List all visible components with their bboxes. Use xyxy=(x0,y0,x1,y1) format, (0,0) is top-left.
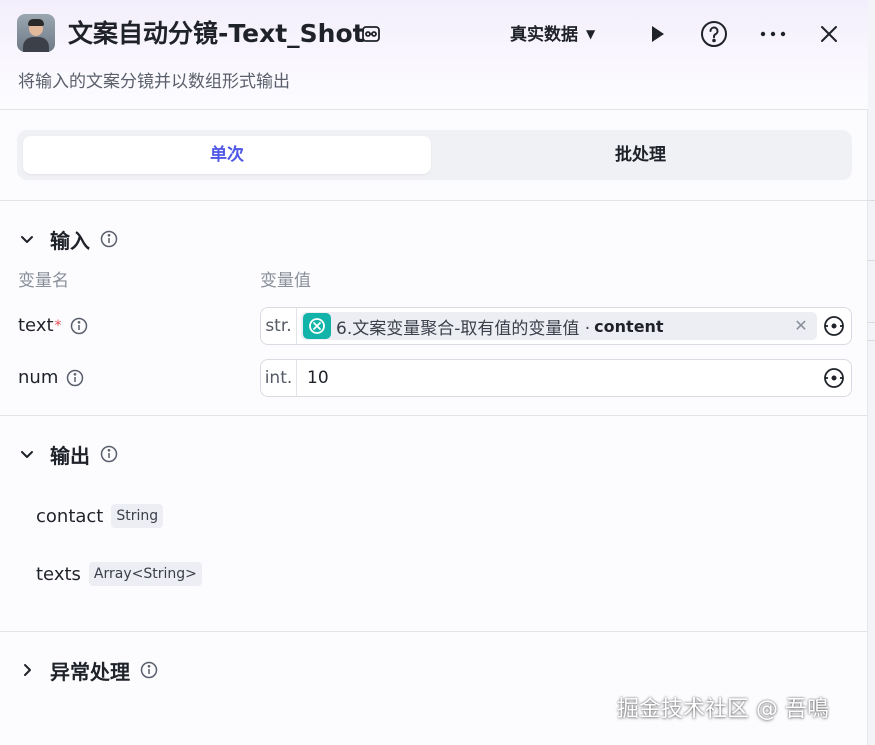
more-icon xyxy=(760,31,786,37)
run-mode-tabs: 单次 批处理 xyxy=(17,130,852,180)
tab-single[interactable]: 单次 xyxy=(23,136,431,174)
param-num-label: num xyxy=(18,366,84,390)
chevron-down-icon xyxy=(21,236,33,243)
info-icon[interactable] xyxy=(70,317,88,335)
close-button[interactable] xyxy=(813,18,845,50)
run-button[interactable] xyxy=(641,18,673,50)
exception-section-title: 异常处理 xyxy=(50,659,130,684)
info-icon[interactable] xyxy=(140,661,158,679)
link-icon[interactable] xyxy=(361,24,381,44)
chevron-down-icon xyxy=(21,451,33,458)
input-section-toggle[interactable]: 输入 xyxy=(18,224,118,254)
caret-down-icon: ▼ xyxy=(586,27,596,41)
help-button[interactable] xyxy=(698,18,730,50)
canvas-edge xyxy=(868,0,875,745)
reference-source: 6.文案变量聚合-取有值的变量值 · xyxy=(336,318,591,339)
param-text-label: text * xyxy=(18,314,88,338)
node-title[interactable]: 文案自动分镜-Text_Shot xyxy=(68,14,365,54)
tab-batch[interactable]: 批处理 xyxy=(435,136,846,174)
node-avatar xyxy=(17,14,55,52)
output-name: texts xyxy=(36,563,81,585)
output-item: contact String xyxy=(36,502,164,530)
exception-section-toggle[interactable]: 异常处理 xyxy=(18,655,158,685)
watermark: 掘金技术社区 @ 吾鳴 xyxy=(617,697,829,722)
divider xyxy=(0,200,868,201)
close-icon xyxy=(821,26,837,42)
more-button[interactable] xyxy=(757,18,789,50)
play-icon xyxy=(652,26,664,42)
divider xyxy=(0,631,868,632)
output-item: texts Array<String> xyxy=(36,560,202,588)
type-tag: str. xyxy=(261,308,297,344)
column-header-value: 变量值 xyxy=(260,271,311,291)
chevron-right-icon xyxy=(24,664,31,676)
divider xyxy=(0,415,868,416)
output-name: contact xyxy=(36,505,104,527)
output-type-badge: String xyxy=(111,504,164,528)
node-description: 将输入的文案分镜并以数组形式输出 xyxy=(18,72,290,92)
panel-header: 文案自动分镜-Text_Shot 真实数据 ▼ 将输入的文案分镜并以数组形式输出 xyxy=(0,0,868,110)
required-mark: * xyxy=(54,318,62,334)
question-icon xyxy=(701,21,727,47)
data-mode-label: 真实数据 xyxy=(510,25,578,45)
output-type-badge: Array<String> xyxy=(88,562,202,586)
variable-reference-chip[interactable]: 6.文案变量聚合-取有值的变量值 · content ✕ xyxy=(301,312,817,340)
type-tag: int. xyxy=(261,360,297,396)
node-config-panel: 文案自动分镜-Text_Shot 真实数据 ▼ 将输入的文案分镜并以数组形式输出… xyxy=(0,0,868,745)
info-icon[interactable] xyxy=(100,445,118,463)
data-mode-select[interactable]: 真实数据 ▼ xyxy=(510,20,595,48)
info-icon[interactable] xyxy=(66,369,84,387)
param-num-value[interactable]: 10 xyxy=(307,360,329,396)
info-icon[interactable] xyxy=(100,230,118,248)
column-header-name: 变量名 xyxy=(18,271,69,291)
variable-picker-icon[interactable] xyxy=(823,367,845,389)
param-text-field[interactable]: str. 6.文案变量聚合-取有值的变量值 · content ✕ xyxy=(260,307,852,345)
clear-reference-button[interactable]: ✕ xyxy=(791,315,811,337)
node-icon xyxy=(303,313,331,339)
input-section-title: 输入 xyxy=(50,228,90,253)
param-num-field[interactable]: int. 10 xyxy=(260,359,852,397)
output-section-title: 输出 xyxy=(50,443,90,468)
param-name: num xyxy=(18,367,59,388)
variable-picker-icon[interactable] xyxy=(823,315,845,337)
param-name: text xyxy=(18,315,54,336)
output-section-toggle[interactable]: 输出 xyxy=(18,439,118,469)
reference-variable: content xyxy=(594,316,664,336)
